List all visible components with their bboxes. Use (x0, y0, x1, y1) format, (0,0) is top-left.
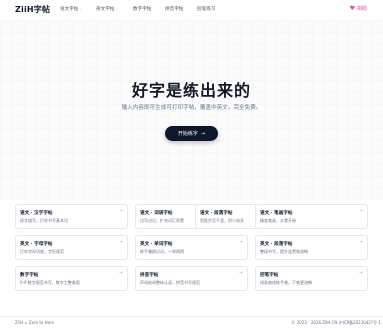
arrow-right-icon: → (239, 240, 243, 245)
card-title: 语文 · 词语字帖 (140, 211, 173, 216)
card-title: 英文 · 段落字帖 (260, 242, 293, 247)
nav-item-english[interactable]: 英文字帖⌄ (96, 6, 118, 12)
arrow-right-icon: → (359, 209, 363, 214)
card-desc: 积跬步至千里，积少成多 (200, 218, 244, 223)
card-desc: 整段书写，提升连贯和流畅 (260, 249, 308, 254)
card-english-words[interactable]: 英文 · 单词字帖 练手兼顾记词，一举两得 → (135, 235, 248, 260)
card-desc: 0-9 数字规范书写，数字工整美观 (20, 280, 80, 285)
card-title: 英文 · 字母字帖 (20, 242, 53, 247)
card-title: 拼音字帖 (140, 273, 159, 278)
hero-section: 好字是练出来的 输入内容即可生成可打印字帖，覆盖中英文，完全免费。 开始练字 → (0, 20, 383, 200)
arrow-right-icon: → (359, 240, 363, 245)
arrow-right-icon: → (200, 130, 206, 137)
nav-item-label: 语文字帖 (60, 7, 79, 12)
nav-item-pinyin[interactable]: 拼音字帖 (165, 6, 183, 12)
card-desc: 线条曲线练手感，下笔更流畅 (260, 280, 312, 285)
nav-item-label: 控笔练习 (197, 7, 216, 12)
card-title: 控笔字帖 (260, 273, 279, 278)
chevron-down-icon: ⌄ (115, 7, 119, 11)
nav-item-number[interactable]: 数字字帖 (133, 6, 151, 12)
arrow-right-icon: → (119, 209, 123, 214)
card-chinese-strokes[interactable]: 语文 · 笔画字帖 精准笔画，从零开始 → (255, 204, 368, 229)
card-desc: 练手兼顾记词，一举两得 (140, 249, 184, 254)
card-numbers[interactable]: 数字字帖 0-9 数字规范书写，数字工整美观 → (15, 266, 128, 291)
hero-subtitle: 输入内容即可生成可打印字帖，覆盖中英文，完全免费。 (121, 105, 262, 111)
card-title: 语文 · 段落字帖 (200, 211, 233, 216)
arrow-right-icon: → (119, 271, 123, 276)
site-logo[interactable]: ZiiH字帖 (15, 4, 50, 15)
donate-button[interactable]: ♥ 捐助 (350, 5, 367, 12)
arrow-right-icon: → (359, 271, 363, 276)
card-english-letters[interactable]: 英文 · 字母字帖 打牢字母功底，字形规范 → (15, 235, 128, 260)
card-chinese-character[interactable]: 语文 · 汉字字帖 逐字描写，打牢书写基本功 → (15, 204, 128, 229)
card-title: 语文 · 笔画字帖 (260, 211, 293, 216)
card-title: 语文 · 汉字字帖 (20, 211, 53, 216)
footer-tagline: ZiiH = Zero to Hero (15, 320, 55, 325)
nav-item-chinese[interactable]: 语文字帖⌄ (60, 6, 82, 12)
donate-label: 捐助 (356, 6, 367, 12)
card-title: 英文 · 单词字帖 (140, 242, 173, 247)
card-title: 数字字帖 (20, 273, 39, 278)
nav-item-label: 数字字帖 (133, 7, 152, 12)
footer-copyright: © 2023 - 2026 ZIIH.CN 沪ICP备2023042?号-1 (291, 320, 381, 325)
arrow-right-icon: → (239, 271, 243, 276)
top-nav: ZiiH字帖 语文字帖⌄ 英文字帖⌄ 数字字帖 拼音字帖 控笔练习 ♥ 捐助 (0, 0, 383, 21)
nav-item-label: 英文字帖 (96, 7, 115, 12)
cta-label: 开始练字 (177, 131, 198, 137)
hero-title: 好字是练出来的 (131, 81, 251, 100)
arrow-right-icon: → (119, 240, 123, 245)
card-pinyin[interactable]: 拼音字帖 声母韵母整体认读，拼音书写规范 → (135, 266, 248, 291)
card-desc: 边写边记，扩充词汇积累 (140, 218, 184, 223)
card-desc: 打牢字母功底，字形规范 (20, 249, 64, 254)
card-pen-control[interactable]: 控笔字帖 线条曲线练手感，下笔更流畅 → (255, 266, 368, 291)
start-practice-button[interactable]: 开始练字 → (165, 126, 218, 141)
card-desc: 精准笔画，从零开始 (260, 218, 296, 223)
card-desc: 逐字描写，打牢书写基本功 (20, 218, 68, 223)
nav-item-label: 拼音字帖 (165, 7, 184, 12)
heart-icon: ♥ (349, 5, 355, 12)
nav-item-pen-control[interactable]: 控笔练习 (197, 6, 215, 12)
card-desc: 声母韵母整体认读，拼音书写规范 (140, 280, 200, 285)
card-english-paragraph[interactable]: 英文 · 段落字帖 整段书写，提升连贯和流畅 → (255, 235, 368, 260)
footer-divider (0, 316, 383, 317)
chevron-down-icon: ⌄ (79, 7, 83, 11)
